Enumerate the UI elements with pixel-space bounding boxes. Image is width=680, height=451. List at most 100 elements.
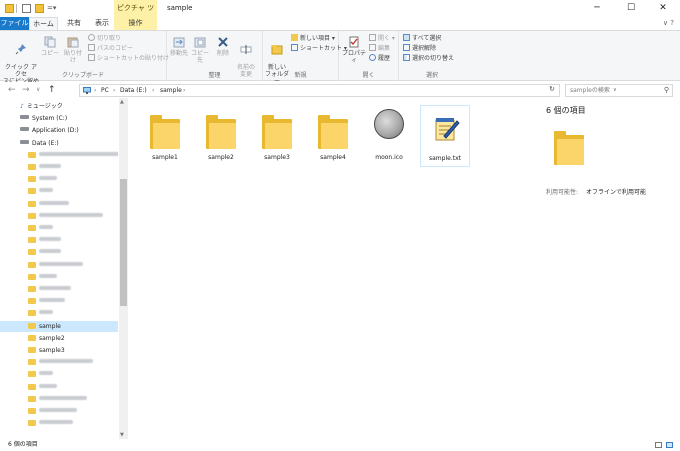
help-icon[interactable]: ∨ ? xyxy=(663,17,674,30)
moon-image-icon xyxy=(374,109,404,139)
nav-item[interactable]: System (C:) xyxy=(0,113,118,124)
folder-icon xyxy=(28,261,36,268)
status-bar: 6 個の項目 xyxy=(0,439,680,451)
redacted-label xyxy=(39,200,69,205)
paste-button[interactable]: 貼り付け xyxy=(62,36,84,64)
up-button[interactable]: ↑ xyxy=(48,84,56,96)
nav-item[interactable] xyxy=(0,150,118,161)
tab-manage[interactable]: 操作 xyxy=(114,17,157,30)
nav-item[interactable] xyxy=(0,296,118,307)
nav-item[interactable] xyxy=(0,162,118,173)
new-item-button[interactable]: 新しい項目 ▾ xyxy=(291,34,335,43)
nav-scrollbar-thumb[interactable] xyxy=(120,179,127,306)
copy-path-button[interactable]: パスのコピー xyxy=(88,44,133,53)
folder-icon xyxy=(28,383,36,390)
nav-item[interactable] xyxy=(0,199,118,210)
nav-item[interactable]: sample xyxy=(0,320,118,332)
select-all-button[interactable]: すべて選択 xyxy=(403,34,441,43)
folder-icon xyxy=(28,188,36,195)
history-button[interactable]: 履歴 xyxy=(369,54,390,63)
back-button[interactable]: ← xyxy=(8,84,16,96)
open-group: プロパティ 開く ▾ 編集 履歴 開く xyxy=(339,31,399,81)
breadcrumb-sample[interactable]: sample xyxy=(160,85,182,96)
file-item[interactable]: sample2 xyxy=(196,105,246,167)
refresh-button[interactable]: ↻ xyxy=(549,84,555,95)
breadcrumb-separator: › xyxy=(183,87,186,94)
nav-item[interactable] xyxy=(0,369,118,380)
details-view-icon[interactable] xyxy=(655,442,662,448)
address-bar[interactable]: › PC › Data (E:) › sample › ∨ xyxy=(79,84,617,97)
nav-item[interactable]: sample3 xyxy=(0,345,118,356)
copy-button[interactable]: コピー xyxy=(40,36,60,57)
properties-button[interactable]: プロパティ xyxy=(341,36,367,64)
nav-item[interactable] xyxy=(0,382,118,393)
close-button[interactable]: ✕ xyxy=(646,0,680,17)
nav-item[interactable]: Application (D:) xyxy=(0,125,118,136)
new-folder-icon[interactable] xyxy=(35,4,44,13)
nav-item[interactable] xyxy=(0,235,118,246)
invert-selection-button[interactable]: 選択の切り替え xyxy=(403,54,454,63)
nav-item[interactable]: Data (E:) xyxy=(0,138,118,149)
large-icons-view-icon[interactable] xyxy=(666,442,673,448)
nav-item[interactable] xyxy=(0,308,118,319)
copy-to-button[interactable]: コピー先 xyxy=(190,36,210,64)
copy-to-icon xyxy=(194,37,206,48)
recent-locations-button[interactable]: ∨ xyxy=(36,84,40,96)
nav-item[interactable] xyxy=(0,357,118,368)
tab-share[interactable]: 共有 xyxy=(62,17,86,30)
copy-to-label: コピー先 xyxy=(190,50,209,64)
forward-button[interactable]: → xyxy=(22,84,30,96)
minimize-button[interactable]: ─ xyxy=(580,0,614,17)
nav-item[interactable]: sample2 xyxy=(0,333,118,344)
nav-item[interactable] xyxy=(0,284,118,295)
nav-item[interactable] xyxy=(0,272,118,283)
nav-item[interactable] xyxy=(0,260,118,271)
file-item[interactable]: sample4 xyxy=(308,105,358,167)
folder-icon xyxy=(150,115,180,149)
select-none-button[interactable]: 選択解除 xyxy=(403,44,436,53)
nav-item[interactable] xyxy=(0,418,118,429)
nav-item[interactable] xyxy=(0,394,118,405)
edit-button[interactable]: 編集 xyxy=(369,44,390,53)
nav-scrollbar[interactable]: ▲ ▼ xyxy=(119,98,128,439)
scroll-up-icon[interactable]: ▲ xyxy=(120,99,124,105)
nav-item[interactable]: ♪ ミュージック xyxy=(0,101,118,112)
properties-icon[interactable] xyxy=(22,4,31,13)
customize-quick-access-icon[interactable]: =▾ xyxy=(47,4,56,12)
tab-view[interactable]: 表示 xyxy=(90,17,114,30)
paste-shortcut-button[interactable]: ショートカットの貼り付け xyxy=(88,54,169,63)
tab-home[interactable]: ホーム xyxy=(29,17,58,30)
maximize-button[interactable]: ☐ xyxy=(614,0,648,17)
nav-item[interactable] xyxy=(0,211,118,222)
search-icon: ⚲ xyxy=(663,86,669,94)
file-item[interactable]: sample3 xyxy=(252,105,302,167)
nav-item[interactable] xyxy=(0,406,118,417)
nav-item[interactable] xyxy=(0,247,118,258)
delete-button[interactable]: 削除 xyxy=(214,36,232,57)
move-to-button[interactable]: 移動先 xyxy=(169,36,189,57)
file-item[interactable]: moon.ico xyxy=(364,105,414,167)
redacted-label xyxy=(39,286,71,290)
folder-icon xyxy=(28,225,36,231)
file-item[interactable]: sample.txt xyxy=(420,105,470,167)
breadcrumb-pc[interactable]: PC xyxy=(101,85,109,96)
folder-icon xyxy=(28,200,36,207)
breadcrumb-data-drive[interactable]: Data (E:) xyxy=(120,85,147,96)
search-placeholder: sampleの検索 xyxy=(570,87,610,94)
folder-icon xyxy=(318,115,348,149)
folder-icon[interactable] xyxy=(5,4,14,13)
history-icon xyxy=(369,54,376,61)
search-input[interactable]: sampleの検索 ⚲ xyxy=(565,84,673,97)
nav-item-label: sample3 xyxy=(39,347,65,354)
file-item[interactable]: sample1 xyxy=(140,105,190,167)
cut-button[interactable]: 切り取り xyxy=(88,34,121,43)
tab-file[interactable]: ファイル xyxy=(0,17,29,30)
nav-item[interactable] xyxy=(0,186,118,197)
nav-item[interactable] xyxy=(0,223,118,234)
nav-item[interactable] xyxy=(0,174,118,185)
copy-label: コピー xyxy=(40,50,59,57)
open-label: 開く ▾ xyxy=(378,35,395,42)
open-button[interactable]: 開く ▾ xyxy=(369,34,395,43)
nav-item-label: Data (E:) xyxy=(32,139,59,147)
scroll-down-icon[interactable]: ▼ xyxy=(120,432,124,438)
